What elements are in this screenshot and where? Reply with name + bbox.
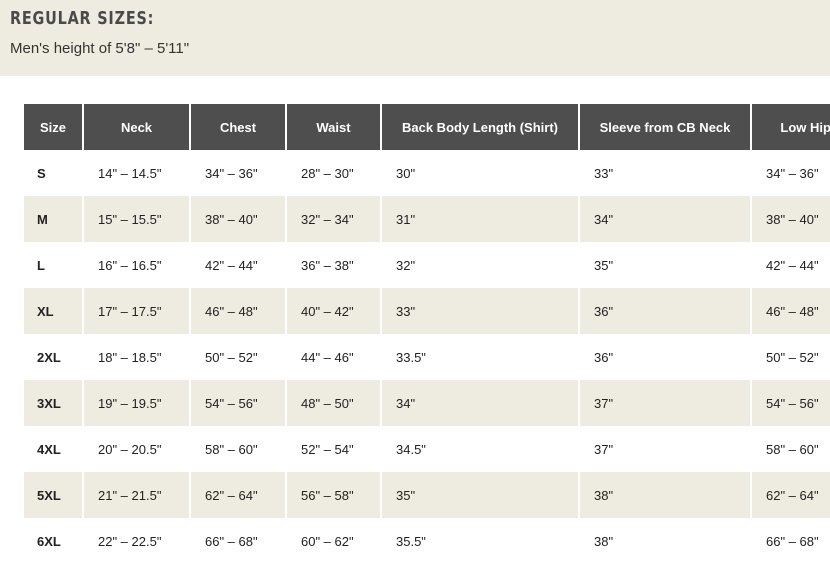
column-header-neck: Neck [82, 104, 190, 150]
table-cell-low-hip-girth: 62" – 64" [750, 472, 830, 518]
table-cell-back-body-length: 31" [380, 196, 579, 242]
table-cell-chest: 38" – 40" [189, 196, 286, 242]
header-band: REGULAR SIZES: Men's height of 5'8" – 5'… [0, 0, 830, 76]
table-cell-back-body-length: 32" [380, 242, 579, 288]
table-cell-neck: 21" – 21.5" [82, 472, 190, 518]
table-cell-neck: 17" – 17.5" [82, 288, 190, 334]
table-cell-size: 2XL [37, 349, 61, 365]
table-row: 3XL 19" – 19.5" 54" – 56" 48" – 50" 34" 37" 54… [24, 380, 830, 426]
table-cell-waist: 36" – 38" [285, 242, 381, 288]
table-row: 5XL 21" – 21.5" 62" – 64" 56" – 58" 35" 38" 62… [24, 472, 830, 518]
table-cell-back-body-length: 35" [380, 472, 579, 518]
table-cell-waist: 32" – 34" [285, 196, 381, 242]
table-cell-back-body-length: 34" [380, 380, 579, 426]
table-cell-sleeve: 33" [578, 150, 751, 196]
table-cell-chest: 54" – 56" [189, 380, 286, 426]
column-header-sleeve: Sleeve from CB Neck [578, 104, 751, 150]
table-cell-chest: 62" – 64" [189, 472, 286, 518]
table-cell-sleeve: 38" [578, 472, 751, 518]
size-chart-table: Size Neck Chest Waist Back Body Length (Shir… [24, 104, 830, 564]
table-cell-neck: 15" – 15.5" [82, 196, 190, 242]
table-cell-back-body-length: 34.5" [380, 426, 579, 472]
table-cell-chest: 46" – 48" [189, 288, 286, 334]
table-cell-neck: 16" – 16.5" [82, 242, 190, 288]
table-row: L 16" – 16.5" 42" – 44" 36" – 38" 32" 35" 42" … [24, 242, 830, 288]
table-cell-size: 5XL [24, 472, 83, 518]
table-cell-waist: 60" – 62" [285, 518, 381, 564]
column-header-low-hip-girth: Low Hip Girth [750, 104, 830, 150]
page-title: REGULAR SIZES: [10, 8, 155, 29]
table-cell-sleeve: 37" [578, 380, 751, 426]
table-cell-low-hip-girth: 50" – 52" [750, 334, 830, 380]
table-cell-sleeve: 38" [578, 518, 751, 564]
table-cell-low-hip-girth: 34" – 36" [750, 150, 830, 196]
column-header-chest: Chest [189, 104, 286, 150]
table-row: 6XL 22" – 22.5" 66" – 68" 60" – 62" 35.5" 38"… [24, 518, 830, 564]
column-header-back-body-length: Back Body Length (Shirt) [380, 104, 579, 150]
table-cell-size: 4XL [37, 441, 61, 457]
table-cell-chest: 34" – 36" [189, 150, 286, 196]
table-row: 2XL 18" – 18.5" 50" – 52" 44" – 46" 33.5" 36"… [24, 334, 830, 380]
table-cell-neck: 20" – 20.5" [82, 426, 190, 472]
table-cell-sleeve: 36" [578, 288, 751, 334]
table-cell-low-hip-girth: 38" – 40" [750, 196, 830, 242]
table-row: M 15" – 15.5" 38" – 40" 32" – 34" 31" 34" 38" … [24, 196, 830, 242]
table-cell-back-body-length: 33.5" [380, 334, 579, 380]
table-cell-neck: 22" – 22.5" [82, 518, 190, 564]
table-row: S 14" – 14.5" 34" – 36" 28" – 30" 30" 33" 34" … [24, 150, 830, 196]
table-cell-size: XL [24, 288, 83, 334]
table-cell-waist: 28" – 30" [285, 150, 381, 196]
table-cell-size: L [37, 257, 45, 273]
column-header-waist: Waist [285, 104, 381, 150]
table-cell-waist: 40" – 42" [285, 288, 381, 334]
table-cell-chest: 66" – 68" [189, 518, 286, 564]
table-cell-neck: 14" – 14.5" [82, 150, 190, 196]
table-cell-low-hip-girth: 42" – 44" [750, 242, 830, 288]
table-header-row: Size Neck Chest Waist Back Body Length (Shir… [24, 104, 830, 150]
table-cell-size: 6XL [37, 533, 61, 549]
table-cell-low-hip-girth: 66" – 68" [750, 518, 830, 564]
table-cell-back-body-length: 33" [380, 288, 579, 334]
table-cell-back-body-length: 35.5" [380, 518, 579, 564]
table-cell-size: 3XL [24, 380, 83, 426]
table-cell-waist: 52" – 54" [285, 426, 381, 472]
table-cell-neck: 19" – 19.5" [82, 380, 190, 426]
table-row: 4XL 20" – 20.5" 58" – 60" 52" – 54" 34.5" 37"… [24, 426, 830, 472]
table-cell-low-hip-girth: 54" – 56" [750, 380, 830, 426]
table-cell-back-body-length: 30" [380, 150, 579, 196]
table-cell-waist: 48" – 50" [285, 380, 381, 426]
table-cell-low-hip-girth: 46" – 48" [750, 288, 830, 334]
page-subtitle: Men's height of 5'8" – 5'11" [10, 40, 190, 57]
column-header-size: Size [24, 104, 83, 150]
table-cell-neck: 18" – 18.5" [82, 334, 190, 380]
table-cell-sleeve: 35" [578, 242, 751, 288]
table-cell-sleeve: 37" [578, 426, 751, 472]
table-cell-chest: 58" – 60" [189, 426, 286, 472]
table-cell-chest: 50" – 52" [189, 334, 286, 380]
size-chart-container: Size Neck Chest Waist Back Body Length (Shir… [24, 104, 830, 576]
table-cell-sleeve: 34" [578, 196, 751, 242]
table-cell-waist: 56" – 58" [285, 472, 381, 518]
table-cell-waist: 44" – 46" [285, 334, 381, 380]
table-cell-low-hip-girth: 58" – 60" [750, 426, 830, 472]
table-cell-size: M [24, 196, 83, 242]
table-cell-chest: 42" – 44" [189, 242, 286, 288]
table-cell-sleeve: 36" [578, 334, 751, 380]
table-cell-size: S [37, 165, 46, 181]
table-row: XL 17" – 17.5" 46" – 48" 40" – 42" 33" 36" 46"… [24, 288, 830, 334]
